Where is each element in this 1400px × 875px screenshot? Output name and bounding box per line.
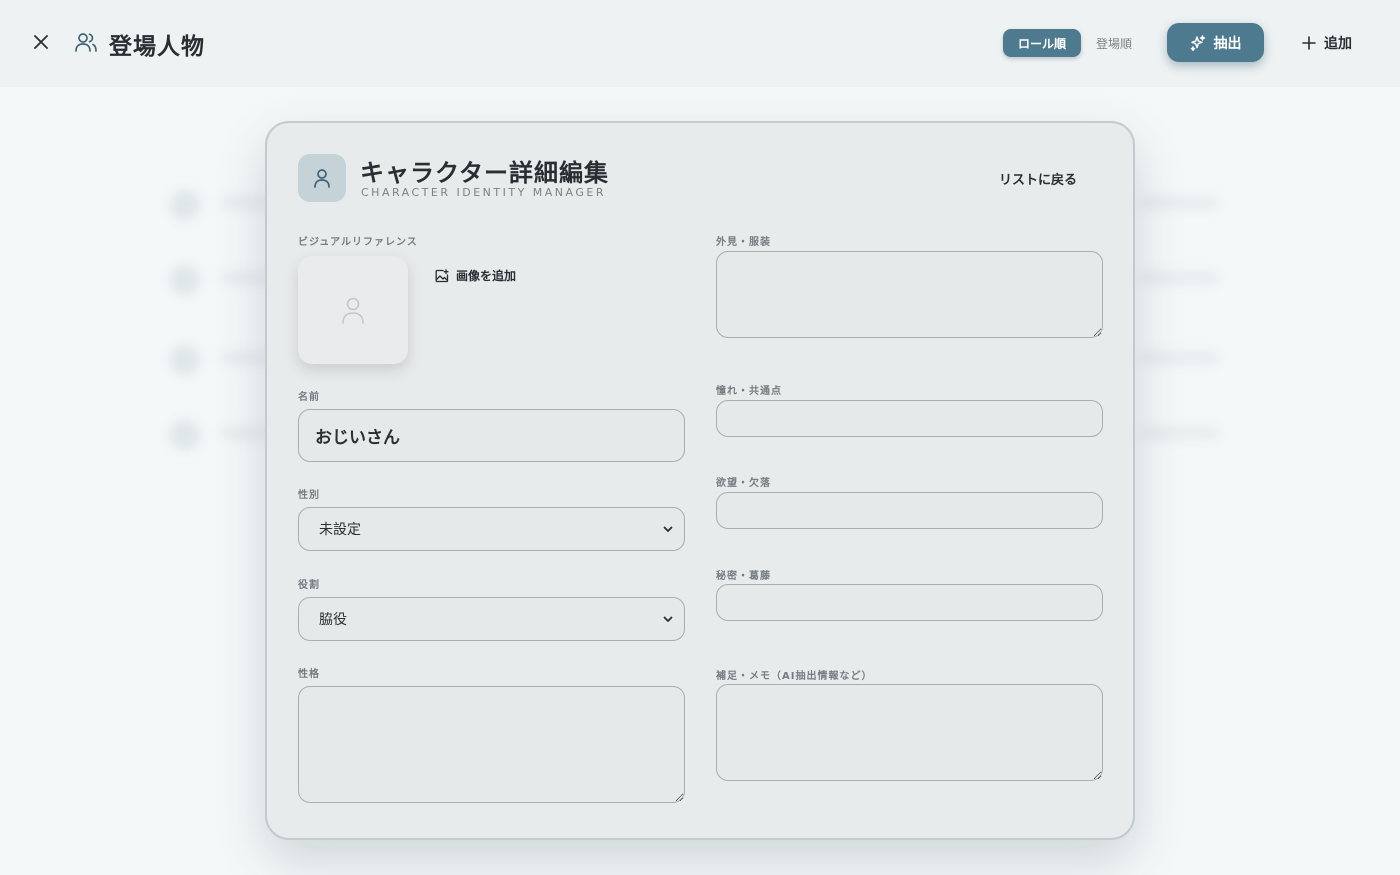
desire-label: 欲望・欠落 (716, 478, 771, 489)
role-label: 役割 (298, 580, 320, 591)
image-add-icon (435, 268, 449, 282)
gender-value: 未設定 (319, 522, 361, 538)
sparkles-icon (1190, 34, 1205, 51)
appearance-textarea[interactable] (716, 251, 1103, 338)
name-input[interactable] (298, 409, 685, 462)
appearance-label: 外見・服装 (716, 237, 771, 248)
background-row-bar (1140, 428, 1220, 438)
close-icon (34, 35, 48, 49)
background-avatar (170, 265, 200, 295)
secret-label: 秘密・葛藤 (716, 571, 771, 582)
add-image-button[interactable]: 画像を追加 (435, 267, 516, 284)
extract-label: 抽出 (1213, 35, 1242, 52)
sort-role-order-button[interactable]: ロール順 (1003, 29, 1082, 57)
desire-input[interactable] (716, 492, 1103, 529)
add-label: 追加 (1324, 36, 1352, 52)
plus-icon (1302, 36, 1316, 50)
role-select[interactable]: 脇役 (298, 597, 685, 641)
chevron-down-icon (663, 616, 673, 622)
add-button[interactable]: 追加 (1302, 31, 1352, 55)
background-row-bar (1140, 198, 1220, 208)
background-avatar (170, 420, 200, 450)
sort-appearance-order-button[interactable]: 登場順 (1081, 29, 1147, 57)
aspiration-label: 憧れ・共通点 (716, 386, 782, 397)
chevron-down-icon (663, 526, 673, 532)
personality-textarea[interactable] (298, 686, 685, 803)
notes-label: 補足・メモ（AI抽出情報など） (716, 671, 873, 682)
modal-avatar (298, 154, 346, 202)
modal-subtitle: CHARACTER IDENTITY MANAGER (361, 186, 606, 199)
background-avatar (170, 345, 200, 375)
background-avatar (170, 190, 200, 220)
role-value: 脇役 (319, 612, 347, 628)
top-bar: 登場人物 ロール順 登場順 抽出 追加 (0, 0, 1400, 87)
close-button[interactable] (30, 31, 52, 53)
character-edit-modal: キャラクター詳細編集 CHARACTER IDENTITY MANAGER リス… (265, 121, 1135, 840)
visual-reference-label: ビジュアルリファレンス (298, 237, 418, 248)
people-icon (75, 33, 97, 52)
personality-label: 性格 (298, 669, 320, 680)
page-title: 登場人物 (109, 34, 205, 60)
modal-title: キャラクター詳細編集 (360, 159, 610, 187)
gender-label: 性別 (298, 490, 320, 501)
background-row-bar (1140, 353, 1220, 363)
person-icon (314, 169, 330, 188)
secret-input[interactable] (716, 584, 1103, 621)
extract-button[interactable]: 抽出 (1167, 23, 1264, 62)
visual-reference-image[interactable] (298, 256, 408, 364)
gender-select[interactable]: 未設定 (298, 507, 685, 551)
aspiration-input[interactable] (716, 400, 1103, 437)
background-row-bar (1140, 273, 1220, 283)
add-image-label: 画像を追加 (456, 269, 517, 283)
name-label: 名前 (298, 392, 320, 403)
sort-toggle: ロール順 登場順 (1003, 29, 1147, 57)
person-placeholder-icon (342, 297, 364, 324)
notes-textarea[interactable] (716, 684, 1103, 781)
back-to-list-button[interactable]: リストに戻る (999, 169, 1077, 188)
